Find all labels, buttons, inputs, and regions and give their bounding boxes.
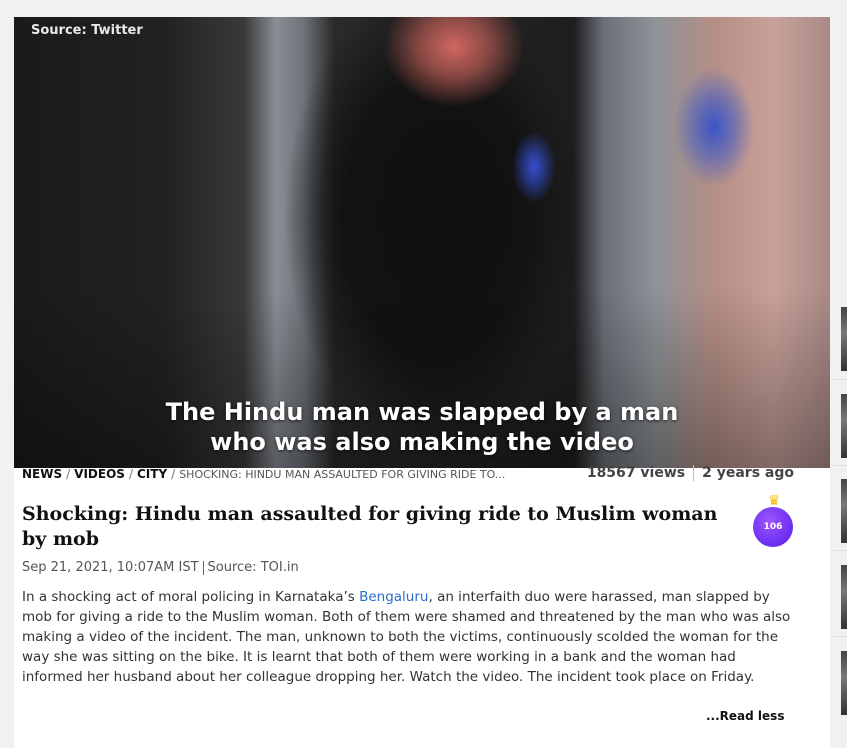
breadcrumb-separator: / — [66, 466, 71, 481]
video-caption-line-1: The Hindu man was slapped by a man — [165, 398, 679, 426]
breadcrumb-news[interactable]: NEWS — [22, 467, 62, 481]
video-source-label: Source: Twitter — [31, 23, 143, 38]
publish-date: Sep 21, 2021, 10:07AM IST — [22, 560, 199, 575]
published-age: 2 years ago — [702, 465, 794, 481]
article-body: In a shocking act of moral policing in K… — [22, 587, 798, 687]
breadcrumb-videos[interactable]: VIDEOS — [74, 467, 125, 481]
rail-divider — [833, 636, 847, 637]
article-meta-row: NEWS / VIDEOS / CITY / SHOCKING: HINDU MAN ASS… — [22, 465, 794, 486]
article-source: Source: TOI.in — [207, 560, 299, 575]
rail-divider — [833, 465, 847, 466]
rail-thumbnail[interactable] — [841, 394, 847, 458]
rail-thumbnail[interactable] — [841, 565, 847, 629]
breadcrumb-city[interactable]: CITY — [137, 467, 167, 481]
article-body-intro: In a shocking act of moral policing in K… — [22, 589, 360, 605]
views-count: 18567 views — [586, 465, 686, 481]
rail-thumbnail[interactable] — [841, 307, 847, 371]
rail-divider — [833, 550, 847, 551]
video-player[interactable]: Source: Twitter The Hindu man was slappe… — [14, 17, 830, 468]
breadcrumb: NEWS / VIDEOS / CITY / SHOCKING: HINDU MAN ASS… — [22, 467, 505, 481]
rail-divider — [833, 379, 847, 380]
rail-thumbnail[interactable] — [841, 651, 847, 715]
article-stats: 18567 views 2 years ago — [587, 465, 794, 481]
read-less-button[interactable]: ...Read less — [706, 709, 784, 723]
breadcrumb-separator: / — [128, 466, 133, 481]
bengaluru-link[interactable]: Bengaluru — [359, 589, 428, 605]
breadcrumb-separator: / — [171, 466, 176, 481]
rail-thumbnail[interactable] — [841, 479, 847, 543]
crown-icon: ♛ — [767, 493, 781, 509]
breadcrumb-current: SHOCKING: HINDU MAN ASSAULTED FOR GIVING… — [179, 467, 506, 481]
dateline-divider — [202, 560, 204, 575]
right-rail-thumbnails — [830, 17, 847, 748]
article-dateline: Sep 21, 2021, 10:07AM IST Source: TOI.in — [22, 560, 299, 575]
article-title: Shocking: Hindu man assaulted for giving… — [22, 503, 718, 550]
video-caption-line-2: who was also making the video — [210, 428, 634, 456]
stats-divider — [693, 465, 695, 481]
points-badge[interactable]: 106 — [753, 507, 793, 547]
video-caption: The Hindu man was slapped by a man who w… — [14, 397, 830, 457]
